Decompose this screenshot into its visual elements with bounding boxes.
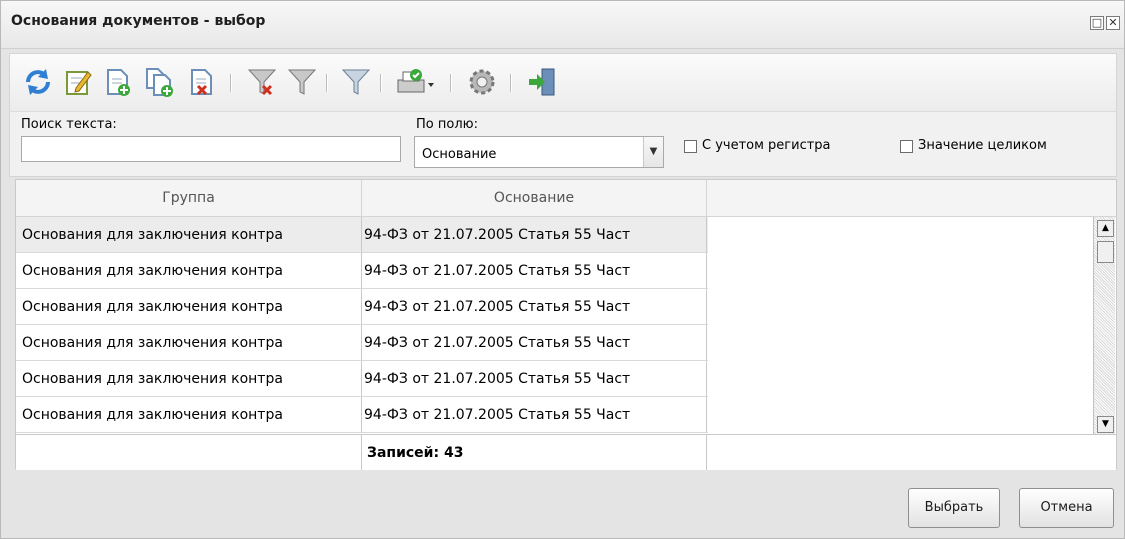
vertical-scrollbar[interactable]: ▲ ▼	[1093, 217, 1115, 437]
search-input[interactable]	[21, 136, 401, 162]
whole-value-checkbox[interactable]	[900, 140, 913, 153]
cell-group: Основания для заключения контра	[16, 325, 362, 360]
cell-group: Основания для заключения контра	[16, 289, 362, 324]
exit-icon[interactable]	[526, 66, 558, 98]
cell-basis: 94-ФЗ от 21.07.2005 Статья 55 Част	[362, 325, 707, 360]
edit-icon[interactable]	[62, 66, 94, 98]
cancel-button[interactable]: Отмена	[1019, 488, 1114, 528]
grid-footer: Записей: 43	[16, 434, 1116, 470]
chevron-down-icon[interactable]: ▼	[643, 137, 663, 167]
field-select[interactable]: Основание ▼	[414, 136, 664, 168]
cell-group: Основания для заключения контра	[16, 253, 362, 288]
cell-basis: 94-ФЗ от 21.07.2005 Статья 55 Част	[362, 289, 707, 324]
cell-group: Основания для заключения контра	[16, 217, 362, 252]
scroll-thumb[interactable]	[1097, 241, 1114, 263]
scroll-up-icon[interactable]: ▲	[1097, 220, 1114, 237]
whole-value-label: Значение целиком	[918, 138, 1047, 153]
add-copy-icon[interactable]	[144, 66, 176, 98]
records-count: Записей: 43	[362, 435, 707, 470]
toolbar-separator	[230, 74, 232, 92]
field-select-value: Основание	[422, 147, 497, 162]
filter-icon[interactable]	[286, 66, 318, 98]
toolbar-separator	[510, 74, 512, 92]
table-row[interactable]: Основания для заключения контра 94-ФЗ от…	[16, 253, 708, 289]
scroll-down-icon[interactable]: ▼	[1097, 416, 1114, 433]
table-row[interactable]: Основания для заключения контра 94-ФЗ от…	[16, 217, 708, 253]
cell-group: Основания для заключения контра	[16, 361, 362, 396]
case-checkbox[interactable]	[684, 140, 697, 153]
search-label: Поиск текста:	[21, 117, 117, 132]
footer-cell-empty	[16, 435, 362, 470]
toolbar-separator	[380, 74, 382, 92]
table-row[interactable]: Основания для заключения контра 94-ФЗ от…	[16, 397, 708, 433]
delete-icon[interactable]	[186, 66, 218, 98]
grid-header: Группа Основание	[16, 180, 1116, 217]
filter-panel-icon[interactable]	[340, 66, 372, 98]
cell-group: Основания для заключения контра	[16, 397, 362, 432]
window-title: Основания документов - выбор	[11, 13, 266, 29]
settings-icon[interactable]	[466, 66, 498, 98]
add-icon[interactable]	[102, 66, 134, 98]
table-row[interactable]: Основания для заключения контра 94-ФЗ от…	[16, 325, 708, 361]
column-header-basis[interactable]: Основание	[362, 180, 707, 216]
cell-basis: 94-ФЗ от 21.07.2005 Статья 55 Част	[362, 217, 707, 252]
toolbar-separator	[326, 74, 328, 92]
toolbar	[9, 53, 1117, 111]
cell-basis: 94-ФЗ от 21.07.2005 Статья 55 Част	[362, 361, 707, 396]
select-button[interactable]: Выбрать	[908, 488, 1000, 528]
cell-basis: 94-ФЗ от 21.07.2005 Статья 55 Част	[362, 397, 707, 432]
cell-basis: 94-ФЗ от 21.07.2005 Статья 55 Част	[362, 253, 707, 288]
print-icon[interactable]	[396, 66, 434, 98]
refresh-icon[interactable]	[22, 66, 54, 98]
table-row[interactable]: Основания для заключения контра 94-ФЗ от…	[16, 361, 708, 397]
clear-filter-icon[interactable]	[246, 66, 278, 98]
dialog-window: Основания документов - выбор □ ✕ Поиск т…	[0, 0, 1125, 539]
toolbar-separator	[450, 74, 452, 92]
maximize-icon[interactable]: □	[1090, 16, 1104, 30]
close-icon[interactable]: ✕	[1106, 16, 1120, 30]
table-row[interactable]: Основания для заключения контра 94-ФЗ от…	[16, 289, 708, 325]
case-label: С учетом регистра	[702, 138, 831, 153]
field-label: По полю:	[416, 117, 478, 132]
title-bar: Основания документов - выбор □ ✕	[1, 1, 1124, 49]
column-header-group[interactable]: Группа	[16, 180, 362, 216]
data-grid: Группа Основание Основания для заключени…	[15, 179, 1117, 470]
